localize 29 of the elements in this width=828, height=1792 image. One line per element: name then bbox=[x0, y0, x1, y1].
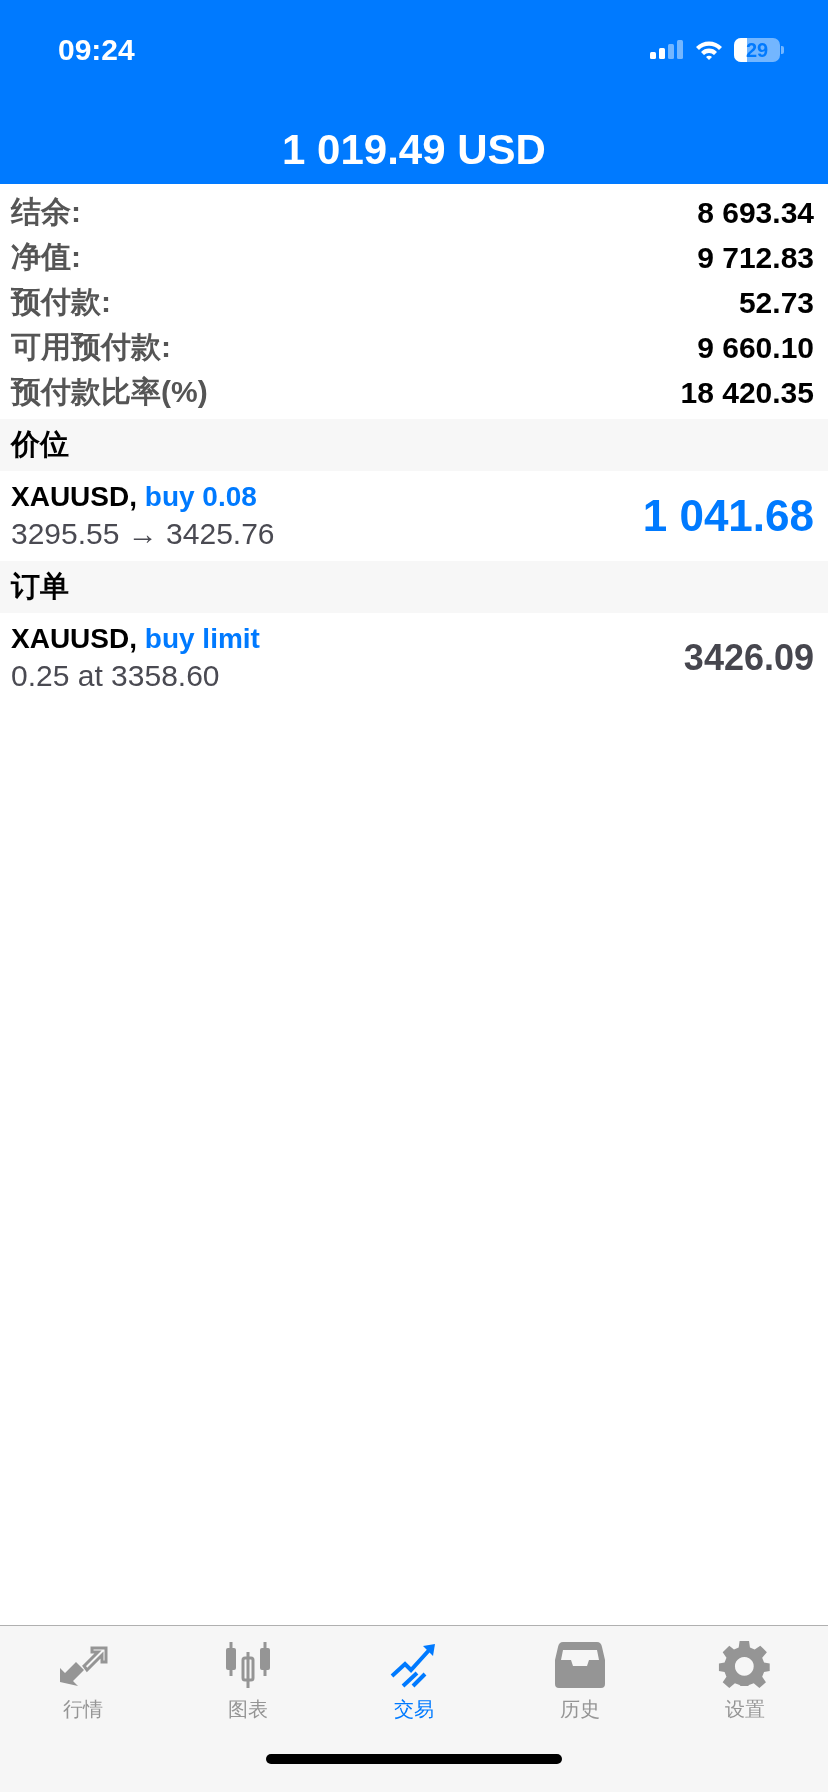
summary-value: 9 712.83 bbox=[697, 240, 814, 275]
summary-label: 可用预付款: bbox=[11, 329, 171, 365]
tab[interactable]: 行情 bbox=[0, 1626, 166, 1724]
order-price: 3426.09 bbox=[683, 637, 814, 679]
section-title: 价位 bbox=[11, 427, 69, 462]
status-time: 09:24 bbox=[58, 33, 135, 67]
signal-icon bbox=[650, 39, 684, 61]
profit-value: 1 041.68 bbox=[642, 491, 814, 541]
inbox-icon bbox=[552, 1640, 607, 1690]
settings-icon bbox=[718, 1640, 773, 1690]
trade-title: XAUUSD, buy 0.08 bbox=[11, 481, 258, 513]
section-title: 订单 bbox=[11, 569, 69, 604]
summary-label: 净值: bbox=[11, 239, 81, 275]
summary-value: 9 660.10 bbox=[697, 330, 814, 365]
trade-title: XAUUSD, buy limit bbox=[11, 623, 260, 655]
summary-value: 8 693.34 bbox=[697, 195, 814, 230]
summary-value: 18 420.35 bbox=[680, 375, 814, 410]
tab[interactable]: 图表 bbox=[165, 1626, 332, 1724]
summary-label: 结余: bbox=[11, 194, 81, 230]
wifi-icon bbox=[694, 39, 724, 61]
balance-title: 1 019.49 USD bbox=[281, 126, 547, 174]
tab[interactable]: 历史 bbox=[496, 1626, 663, 1724]
summary-value: 52.73 bbox=[738, 285, 814, 320]
summary-label: 预付款: bbox=[11, 284, 111, 320]
trade-detail: 0.25 at 3358.60 bbox=[11, 659, 221, 693]
summary-label: 预付款比率(%) bbox=[11, 374, 208, 410]
trade-detail: 3295.55 → 3425.76 bbox=[11, 517, 275, 551]
tab[interactable]: 交易 bbox=[331, 1626, 497, 1724]
tab[interactable]: 设置 bbox=[662, 1626, 828, 1724]
